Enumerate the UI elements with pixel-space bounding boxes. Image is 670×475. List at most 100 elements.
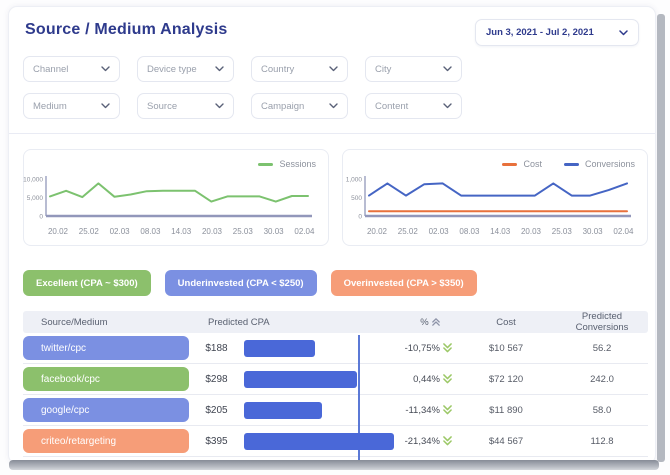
filter-label: Channel	[33, 64, 68, 75]
col-header-percent[interactable]: %	[404, 317, 456, 328]
chevron-down-icon	[215, 66, 224, 72]
cost-value: $72 120	[456, 374, 556, 385]
page-header: Source / Medium Analysis Jun 3, 2021 - J…	[9, 7, 655, 43]
svg-text:0: 0	[358, 214, 362, 221]
trend-down-icon	[443, 405, 452, 415]
dashboard-window: Source / Medium Analysis Jun 3, 2021 - J…	[8, 6, 656, 464]
cpa-legend-badges: Excellent (CPA ~ $300) Underinvested (CPA…	[23, 270, 655, 296]
cost-value: $44 567	[456, 436, 556, 447]
cpa-bar	[244, 371, 357, 388]
svg-text:25.03: 25.03	[552, 227, 573, 236]
predicted-cpa-value: $205	[189, 405, 244, 416]
cpa-bar-cell	[244, 340, 404, 357]
svg-text:5,000: 5,000	[27, 195, 44, 202]
chart-legend: Sessions	[258, 159, 316, 169]
svg-text:20.02: 20.02	[367, 227, 388, 236]
filter-source[interactable]: Source	[137, 93, 234, 119]
change-percent-value: -10,75%	[405, 343, 440, 354]
svg-text:14.03: 14.03	[490, 227, 511, 236]
svg-text:02.04: 02.04	[613, 227, 634, 236]
svg-text:1,000: 1,000	[346, 177, 363, 184]
window-shadow-right	[657, 14, 665, 462]
source-pill[interactable]: twitter/cpc	[23, 336, 189, 360]
table-row: twitter/cpc$188 -10,75% $10 56756.2	[23, 333, 648, 364]
source-pill[interactable]: facebook/cpc	[23, 367, 189, 391]
legend-label: Conversions	[585, 159, 635, 169]
filter-device-type[interactable]: Device type	[137, 56, 234, 82]
screenshot-frame: Source / Medium Analysis Jun 3, 2021 - J…	[0, 0, 670, 475]
filter-label: Medium	[33, 101, 67, 112]
legend-swatch-cost	[502, 163, 517, 166]
svg-text:25.02: 25.02	[79, 227, 100, 236]
filter-campaign[interactable]: Campaign	[251, 93, 348, 119]
source-pill[interactable]: criteo/retargeting	[23, 429, 189, 453]
svg-text:20.02: 20.02	[48, 227, 69, 236]
badge-excellent[interactable]: Excellent (CPA ~ $300)	[23, 270, 151, 296]
legend-item-cost: Cost	[502, 159, 542, 169]
svg-text:30.03: 30.03	[583, 227, 604, 236]
source-medium-cell: criteo/retargeting	[23, 429, 189, 453]
change-percent-cell: -11,34%	[404, 405, 456, 416]
col-header-predicted-conversions: Predicted Conversions	[556, 311, 648, 333]
trend-down-icon	[443, 374, 452, 384]
change-percent-value: -11,34%	[405, 405, 440, 416]
table-header: Source/Medium Predicted CPA % Cost Predi…	[23, 311, 648, 333]
change-percent-cell: -21,34%	[404, 436, 456, 447]
badge-underinvested[interactable]: Underinvested (CPA < $250)	[165, 270, 317, 296]
chart-card-sessions-trend: Sessions10,0005,000020.0225.0202.0308.03…	[23, 149, 329, 246]
source-medium-cell: google/cpc	[23, 398, 189, 422]
table-row: google/cpc$205-11,34%$11 89058.0	[23, 395, 648, 426]
cpa-bar-cell	[244, 433, 404, 450]
chevron-down-icon	[101, 103, 110, 109]
svg-text:500: 500	[351, 195, 362, 202]
filter-content[interactable]: Content	[365, 93, 462, 119]
predicted-cpa-value: $395	[189, 436, 244, 447]
col-header-source-medium: Source/Medium	[23, 317, 189, 328]
source-pill[interactable]: google/cpc	[23, 398, 189, 422]
col-header-predicted-cpa: Predicted CPA	[189, 317, 404, 328]
chevron-down-icon	[443, 66, 452, 72]
svg-text:14.03: 14.03	[171, 227, 192, 236]
cpa-bar	[244, 433, 394, 450]
predicted-conversions-value: 56.2	[556, 343, 648, 354]
filter-label: Content	[375, 101, 408, 112]
chevron-down-icon	[101, 66, 110, 72]
change-percent-value: 0,44%	[413, 374, 440, 385]
filter-medium[interactable]: Medium	[23, 93, 120, 119]
line-chart-sessions-trend: 10,0005,000020.0225.0202.0308.0314.0320.…	[26, 174, 314, 242]
table-body: twitter/cpc$188 -10,75% $10 56756.2 faceboo…	[23, 333, 648, 464]
filter-label: Source	[147, 101, 177, 112]
window-shadow-bottom	[9, 460, 659, 470]
svg-text:25.02: 25.02	[398, 227, 419, 236]
legend-swatch-sessions	[258, 163, 273, 166]
filter-country[interactable]: Country	[251, 56, 348, 82]
legend-item-conversions: Conversions	[564, 159, 635, 169]
table-row: facebook/cpc$2980,44%$72 120242.0	[23, 364, 648, 395]
trend-down-icon	[443, 343, 452, 353]
badge-overinvested[interactable]: Overinvested (CPA > $350)	[331, 270, 477, 296]
col-header-percent-label: %	[420, 317, 428, 328]
svg-text:08.03: 08.03	[459, 227, 480, 236]
cpa-bar-cell	[244, 371, 404, 388]
chevron-down-icon	[215, 103, 224, 109]
filter-city[interactable]: City	[365, 56, 462, 82]
source-medium-cell: facebook/cpc	[23, 367, 189, 391]
svg-text:25.03: 25.03	[233, 227, 254, 236]
date-range-select[interactable]: Jun 3, 2021 - Jul 2, 2021	[475, 19, 639, 46]
change-percent-cell: 0,44%	[404, 374, 456, 385]
cpa-bar-cell	[244, 402, 404, 419]
filter-label: City	[375, 64, 391, 75]
svg-text:08.03: 08.03	[140, 227, 161, 236]
source-medium-cell: twitter/cpc	[23, 336, 189, 360]
cost-value: $10 567	[456, 343, 556, 354]
chevron-down-icon	[329, 103, 338, 109]
filter-channel[interactable]: Channel	[23, 56, 120, 82]
predicted-cpa-value: $188	[189, 343, 244, 354]
legend-label: Cost	[523, 159, 542, 169]
predicted-cpa-value: $298	[189, 374, 244, 385]
legend-label: Sessions	[279, 159, 316, 169]
section-divider	[9, 133, 655, 134]
chart-legend: Cost Conversions	[502, 159, 635, 169]
chevron-down-icon	[329, 66, 338, 72]
svg-text:0: 0	[39, 214, 43, 221]
